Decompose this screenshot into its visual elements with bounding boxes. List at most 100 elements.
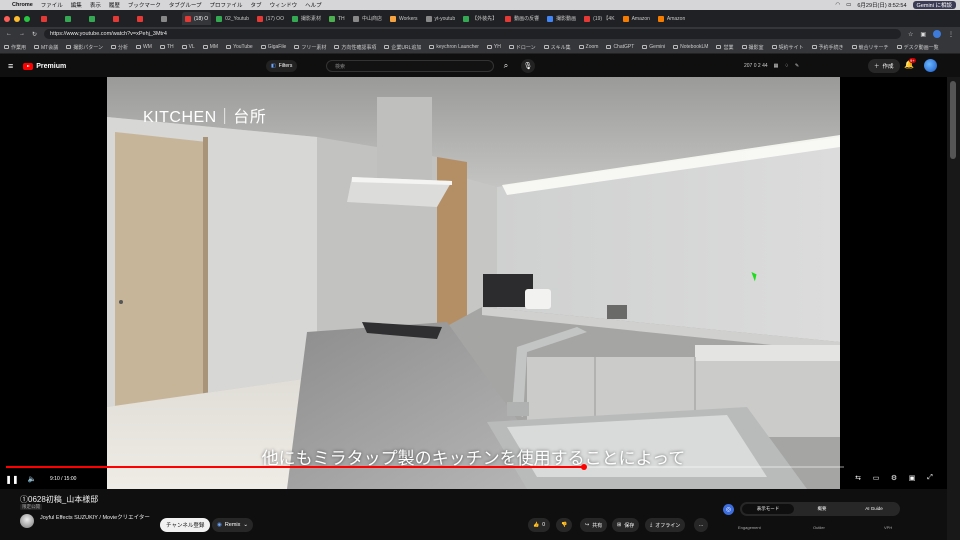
edit-icon[interactable]: ✎ <box>795 63 799 69</box>
dislike-button[interactable]: 👎 <box>556 518 573 532</box>
volume-icon[interactable]: 🔈 <box>26 473 38 485</box>
browser-menu-icon[interactable]: ⋮ <box>948 31 954 38</box>
bookmark-item[interactable]: 契約サイト <box>771 44 804 51</box>
bookmark-item[interactable]: 撮影室 <box>741 44 764 51</box>
bookmark-item[interactable]: 予約手続き <box>811 44 844 51</box>
browser-tab[interactable]: Workers <box>387 12 421 25</box>
bookmark-item[interactable]: WM <box>136 44 152 50</box>
more-actions-button[interactable]: ... <box>694 518 709 532</box>
browser-tab[interactable]: 02_Youtub <box>213 12 252 25</box>
browser-tab[interactable]: Amazon <box>620 12 653 25</box>
browser-tab[interactable] <box>86 12 108 25</box>
offline-button[interactable]: ⤓ オフライン <box>645 518 686 532</box>
bookmark-item[interactable]: Zoom <box>578 44 598 50</box>
bookmark-item[interactable]: 作業用 <box>4 44 26 51</box>
bookmark-item[interactable]: VL <box>181 44 195 50</box>
profile-avatar[interactable] <box>933 30 941 38</box>
bookmark-item[interactable]: MM <box>202 44 218 50</box>
video-frame[interactable]: KITCHEN｜台所 他にもミラタップ製のキッチンを使用することによって <box>107 77 840 489</box>
channel-name[interactable]: Joyful Effects SUZUKIY / Movieクリエイター <box>40 514 160 522</box>
bookmark-item[interactable]: ドローン <box>508 44 536 51</box>
menubar-clock[interactable]: 6月29日(日) 8:52:54 <box>857 1 906 9</box>
scrollbar-thumb[interactable] <box>950 81 956 159</box>
browser-tab[interactable] <box>62 12 84 25</box>
minimize-window-icon[interactable] <box>14 15 20 22</box>
bookmark-item[interactable]: 企業URL追加 <box>384 44 421 51</box>
bookmark-item[interactable]: 分析 <box>111 44 128 51</box>
menu-help[interactable]: ヘルプ <box>305 1 322 9</box>
extensions-icon[interactable]: ▣ <box>920 31 926 38</box>
search-icon[interactable]: ⌕ <box>498 60 514 72</box>
share-button[interactable]: ↪ 共有 <box>580 518 608 532</box>
menu-file[interactable]: ファイル <box>41 1 63 9</box>
account-avatar[interactable] <box>924 59 937 72</box>
menu-edit[interactable]: 編集 <box>71 1 82 9</box>
close-window-icon[interactable] <box>4 15 10 22</box>
bookmark-item[interactable]: keychron Launcher <box>429 44 479 50</box>
tab-overview[interactable]: 概要 <box>796 502 848 516</box>
browser-tab[interactable] <box>158 12 180 25</box>
subtitles-icon[interactable]: ▭ <box>870 472 882 484</box>
bookmark-item[interactable]: 競合リサーチ <box>851 44 889 51</box>
bookmark-item[interactable]: TH <box>159 44 174 50</box>
back-icon[interactable]: ← <box>6 31 12 37</box>
menu-tab[interactable]: タブ <box>251 1 262 9</box>
browser-tab[interactable]: (19) 【4K <box>581 12 617 25</box>
browser-tab[interactable]: TH <box>326 12 348 25</box>
browser-tab[interactable]: 【外装先】 <box>460 12 500 25</box>
menu-tabgroups[interactable]: タブグループ <box>169 1 202 9</box>
bookmark-item[interactable]: Gemini <box>642 44 665 50</box>
menu-profiles[interactable]: プロファイル <box>210 1 243 9</box>
page-scrollbar[interactable] <box>947 77 960 540</box>
progress-bar[interactable] <box>6 464 844 470</box>
pause-icon[interactable]: ❚❚ <box>5 473 18 485</box>
remix-button[interactable]: ◉ Remix ⌄ <box>212 518 254 532</box>
analytics-icon[interactable]: ◎ <box>723 504 734 515</box>
bookmark-item[interactable]: ChatGPT <box>606 44 634 50</box>
tab-ai-guide[interactable]: AI Guide <box>848 502 900 516</box>
gemini-button[interactable]: Gemini に相談 <box>912 1 956 9</box>
browser-tab[interactable]: (18) O <box>182 12 212 25</box>
save-button[interactable]: ⊞ 保存 <box>612 518 640 532</box>
url-bar[interactable]: https://www.youtube.com/watch?v=xPehj_3M… <box>44 29 901 39</box>
hamburger-menu-icon[interactable]: ≡ <box>8 61 13 71</box>
lightbulb-icon[interactable]: ♢ <box>784 63 788 69</box>
fullscreen-icon[interactable]: ⤢ <box>924 472 936 484</box>
battery-icon[interactable]: ▭ <box>846 2 851 8</box>
bookmark-item[interactable]: デスク動画一覧 <box>896 44 939 51</box>
miniplayer-icon[interactable]: ▣ <box>906 472 918 484</box>
menu-view[interactable]: 表示 <box>90 1 101 9</box>
browser-tab[interactable]: 中山商店 <box>350 12 385 25</box>
reload-icon[interactable]: ↻ <box>32 31 37 38</box>
menu-window[interactable]: ウィンドウ <box>270 1 298 9</box>
subscribe-button[interactable]: チャンネル登録 <box>160 518 211 532</box>
menu-bookmarks[interactable]: ブックマーク <box>128 1 161 9</box>
bookmark-item[interactable]: 営業 <box>716 44 734 51</box>
bookmark-item[interactable]: 方向性確認事項 <box>334 44 376 51</box>
create-button[interactable]: ＋作成 <box>868 59 900 73</box>
browser-tab[interactable]: (17) OO <box>254 12 287 25</box>
channel-avatar[interactable] <box>20 514 34 528</box>
settings-icon[interactable]: ⚙ <box>888 472 900 484</box>
wifi-icon[interactable]: ◠ <box>835 2 840 8</box>
filters-button[interactable]: ◧ Filters <box>266 60 298 72</box>
browser-tab[interactable]: 動画の反響 <box>502 12 542 25</box>
browser-tab[interactable] <box>38 12 60 25</box>
bookmark-item[interactable]: MT会議 <box>34 44 58 51</box>
extension-icon[interactable]: ▦ <box>774 63 779 69</box>
browser-tab[interactable]: Amazon <box>655 12 688 25</box>
bookmark-item[interactable]: 撮影パターン <box>66 44 103 51</box>
autoplay-icon[interactable]: ⇆ <box>852 472 864 484</box>
microphone-icon[interactable]: 🎙 <box>521 59 535 73</box>
menu-history[interactable]: 履歴 <box>109 1 120 9</box>
browser-tab[interactable]: 撮影動画 <box>544 12 579 25</box>
browser-tab[interactable] <box>110 12 132 25</box>
browser-tab[interactable]: yt-youtub <box>423 12 459 25</box>
like-button[interactable]: 👍 0 <box>528 518 551 532</box>
notifications-icon[interactable]: 🔔 9+ <box>904 58 916 69</box>
tab-display-mode[interactable]: 表示モード <box>742 504 794 514</box>
zoom-window-icon[interactable] <box>24 15 30 22</box>
browser-tab[interactable]: 撮影素材 <box>289 12 324 25</box>
forward-icon[interactable]: → <box>19 31 25 37</box>
youtube-premium-logo[interactable]: Premium <box>23 62 66 70</box>
